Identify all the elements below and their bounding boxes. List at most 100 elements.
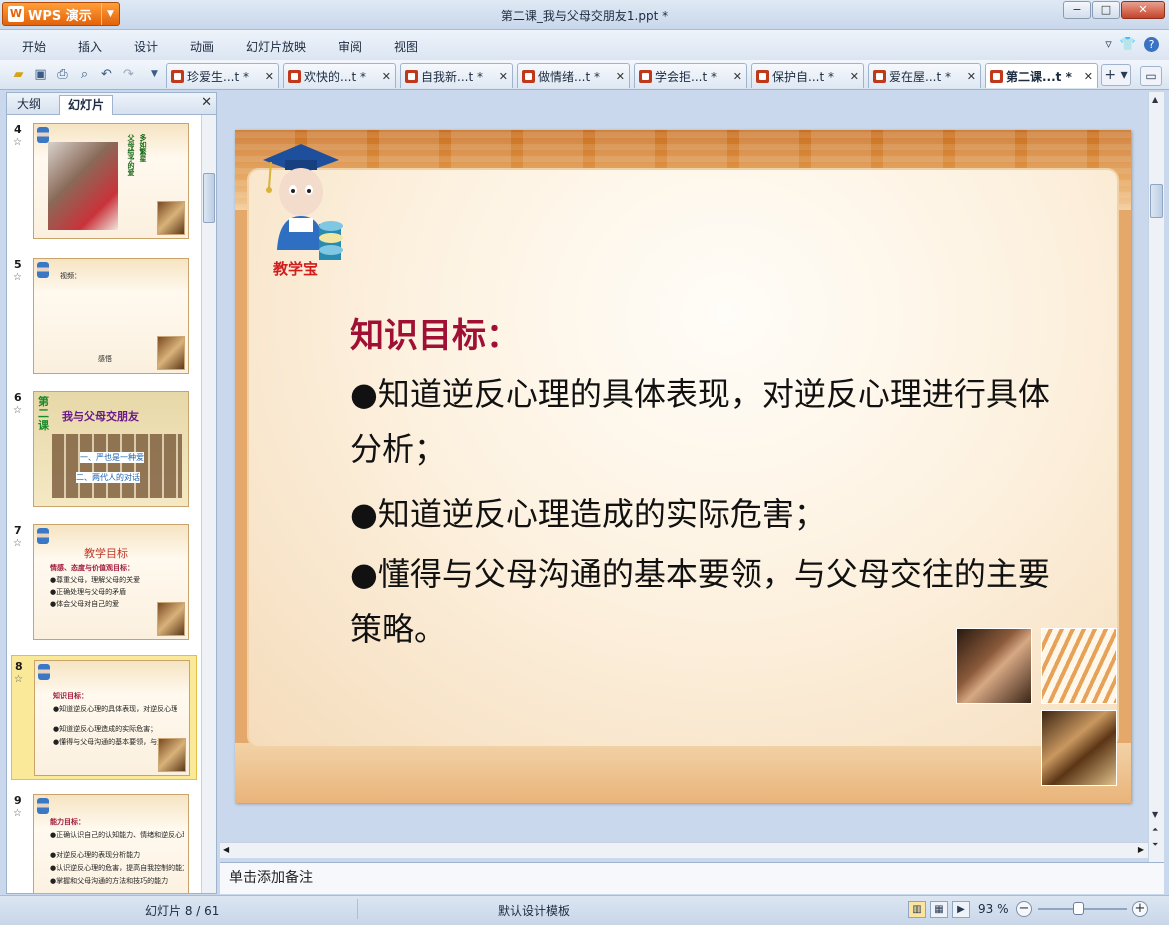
- slide-canvas[interactable]: 教学宝 知识目标： ●知道逆反心理的具体表现，对逆反心理进行具体分析； ●知道逆…: [235, 130, 1131, 803]
- panel-scrollbar[interactable]: [201, 115, 216, 893]
- editor-scroll-thumb[interactable]: [1150, 184, 1163, 218]
- ppt-file-icon: [522, 69, 535, 83]
- tab-list-icon[interactable]: ▭: [1140, 66, 1162, 86]
- menu-bar: 开始 插入 设计 动画 幻灯片放映 审阅 视图 ▿ 👕 ?: [0, 30, 1169, 60]
- doc-tab[interactable]: 做情绪...t * ✕: [517, 63, 630, 88]
- editor-horizontal-scrollbar[interactable]: ◀ ▶: [220, 842, 1148, 858]
- ppt-file-icon: [873, 69, 886, 83]
- zoom-out-icon[interactable]: −: [1016, 901, 1032, 917]
- thumb-text: ●认识逆反心理的危害，提高自我控制的能力: [50, 864, 184, 872]
- save-icon[interactable]: ▣: [32, 66, 49, 83]
- doc-tab[interactable]: 珍爱生...t * ✕: [166, 63, 279, 88]
- decor-photos: [157, 336, 185, 370]
- close-tab-icon[interactable]: ✕: [265, 70, 274, 83]
- slide-number: 9: [14, 794, 22, 807]
- doc-tab[interactable]: 保护自...t * ✕: [751, 63, 864, 88]
- thumb-text: 一、严也是一种爱: [80, 452, 144, 463]
- close-tab-icon[interactable]: ✕: [1084, 70, 1093, 83]
- doc-tab-label: 自我新...t *: [421, 69, 483, 84]
- slide-bullet[interactable]: ●知道逆反心理造成的实际危害；: [350, 487, 1062, 542]
- maximize-button[interactable]: □: [1092, 1, 1120, 19]
- slide-thumbnail-selected[interactable]: 8 ☆ 知识目标： ●知道逆反心理的具体表现，对逆反心理进行具体分析； ●知道逆…: [11, 655, 197, 780]
- slide-number: 4: [14, 123, 22, 136]
- thumbnail-preview: 能力目标： ●正确认识自己的认知能力、情绪和逆反心理的能力 ●对逆反心理的表现分…: [33, 794, 189, 893]
- ppt-file-icon: [171, 69, 184, 83]
- zoom-in-icon[interactable]: +: [1132, 901, 1148, 917]
- mascot-icon: [37, 262, 49, 278]
- doc-tab[interactable]: 欢快的...t * ✕: [283, 63, 396, 88]
- slide-sorter-icon[interactable]: ▦: [930, 901, 948, 918]
- normal-view-icon[interactable]: ▥: [908, 901, 926, 918]
- tab-slides[interactable]: 幻灯片: [59, 95, 114, 115]
- open-folder-icon[interactable]: ▰: [10, 66, 27, 83]
- close-tab-icon[interactable]: ✕: [733, 70, 742, 83]
- slide-panel: 大纲 幻灯片 ✕ 4 ☆ 父母给予的爱 多如繁星 5 ☆ 视频： 感悟 6 ☆ …: [6, 92, 217, 894]
- slide-number: 7: [14, 524, 22, 537]
- doc-tab[interactable]: 学会拒...t * ✕: [634, 63, 747, 88]
- slide-thumbnail[interactable]: 7 ☆ 教学目标 情感、态度与价值观目标： ●尊重父母，理解父母的关爱 ●正确处…: [11, 520, 197, 645]
- slide-thumbnail[interactable]: 5 ☆ 视频： 感悟: [11, 254, 197, 379]
- new-tab-button[interactable]: + ▾: [1101, 64, 1131, 86]
- thumb-text: ●知道逆反心理造成的实际危害；: [53, 725, 158, 733]
- thumbnail-preview: 知识目标： ●知道逆反心理的具体表现，对逆反心理进行具体分析； ●知道逆反心理造…: [34, 660, 190, 776]
- thumb-text: 二、两代人的对话: [76, 472, 140, 483]
- slide-bullet[interactable]: ●知道逆反心理的具体表现，对逆反心理进行具体分析；: [350, 367, 1062, 477]
- thumb-text: ●正确认识自己的认知能力、情绪和逆反心理的能力: [50, 831, 184, 839]
- minimize-button[interactable]: −: [1063, 1, 1091, 19]
- slide-thumbnail[interactable]: 4 ☆ 父母给予的爱 多如繁星: [11, 119, 197, 244]
- menu-insert[interactable]: 插入: [78, 38, 102, 55]
- scroll-up-icon[interactable]: ▲: [1152, 95, 1158, 104]
- tab-outline[interactable]: 大纲: [9, 95, 49, 115]
- next-slide-icon[interactable]: ⏷: [1152, 840, 1158, 850]
- redo-icon[interactable]: ↷: [120, 66, 137, 83]
- slide-heading[interactable]: 知识目标：: [350, 308, 520, 357]
- close-tab-icon[interactable]: ✕: [616, 70, 625, 83]
- undo-icon[interactable]: ↶: [98, 66, 115, 83]
- doc-tab[interactable]: 自我新...t * ✕: [400, 63, 513, 88]
- slideshow-icon[interactable]: ▶: [952, 901, 970, 918]
- scroll-right-icon[interactable]: ▶: [1138, 845, 1144, 854]
- scroll-down-icon[interactable]: ▼: [1152, 810, 1158, 819]
- doc-tab[interactable]: 爱在屋...t * ✕: [868, 63, 981, 88]
- thumb-text: 教学目标: [84, 547, 128, 560]
- help-icon[interactable]: ?: [1144, 37, 1159, 52]
- prev-slide-icon[interactable]: ⏶: [1152, 825, 1158, 835]
- close-tab-icon[interactable]: ✕: [382, 70, 391, 83]
- slide-thumbnail[interactable]: 6 ☆ 第二课 我与父母交朋友 一、严也是一种爱 二、两代人的对话: [11, 387, 197, 512]
- close-panel-icon[interactable]: ✕: [201, 95, 212, 110]
- slide-thumbnail[interactable]: 9 ☆ 能力目标： ●正确认识自己的认知能力、情绪和逆反心理的能力 ●对逆反心理…: [11, 790, 197, 893]
- thumb-text: ●体会父母对自己的爱: [50, 600, 120, 608]
- template-name[interactable]: 默认设计模板: [498, 902, 570, 919]
- scroll-left-icon[interactable]: ◀: [223, 845, 229, 854]
- decor-photos: [157, 201, 185, 235]
- menu-home[interactable]: 开始: [22, 38, 46, 55]
- menu-design[interactable]: 设计: [134, 38, 158, 55]
- close-tab-icon[interactable]: ✕: [499, 70, 508, 83]
- print-icon[interactable]: ⎙: [54, 66, 71, 83]
- zoom-slider-knob[interactable]: [1073, 902, 1085, 915]
- animation-star-icon: ☆: [14, 674, 23, 685]
- shirt-icon[interactable]: 👕: [1120, 37, 1136, 52]
- panel-scroll-thumb[interactable]: [203, 173, 215, 223]
- print-preview-icon[interactable]: ⌕: [76, 66, 93, 83]
- menu-view[interactable]: 视图: [394, 38, 418, 55]
- dropdown-icon[interactable]: ▼: [146, 66, 163, 83]
- close-tab-icon[interactable]: ✕: [967, 70, 976, 83]
- thumbnail-list: 4 ☆ 父母给予的爱 多如繁星 5 ☆ 视频： 感悟 6 ☆ 第二课 我与父母交…: [7, 115, 201, 893]
- slide-editor: 教学宝 知识目标： ●知道逆反心理的具体表现，对逆反心理进行具体分析； ●知道逆…: [220, 92, 1164, 862]
- chevron-down-icon[interactable]: ▿: [1105, 37, 1112, 52]
- editor-vertical-scrollbar[interactable]: ▲ ▼ ⏶ ⏷: [1148, 92, 1164, 862]
- menu-slideshow[interactable]: 幻灯片放映: [246, 38, 306, 55]
- toolbar: ▰ ▣ ⎙ ⌕ ↶ ↷ ▼ 珍爱生...t * ✕ 欢快的...t * ✕ 自我新.…: [0, 60, 1169, 90]
- thumb-text: 情感、态度与价值观目标：: [50, 564, 134, 572]
- status-divider: [357, 899, 358, 919]
- ppt-file-icon: [288, 69, 301, 83]
- close-button[interactable]: ✕: [1121, 1, 1165, 19]
- animation-star-icon: ☆: [13, 808, 22, 819]
- close-tab-icon[interactable]: ✕: [850, 70, 859, 83]
- menu-animation[interactable]: 动画: [190, 38, 214, 55]
- doc-tab-active[interactable]: 第二课...t * ✕: [985, 63, 1098, 88]
- menu-review[interactable]: 审阅: [338, 38, 362, 55]
- doc-tab-label: 保护自...t *: [772, 69, 834, 84]
- notes-pane[interactable]: 单击添加备注: [220, 862, 1164, 894]
